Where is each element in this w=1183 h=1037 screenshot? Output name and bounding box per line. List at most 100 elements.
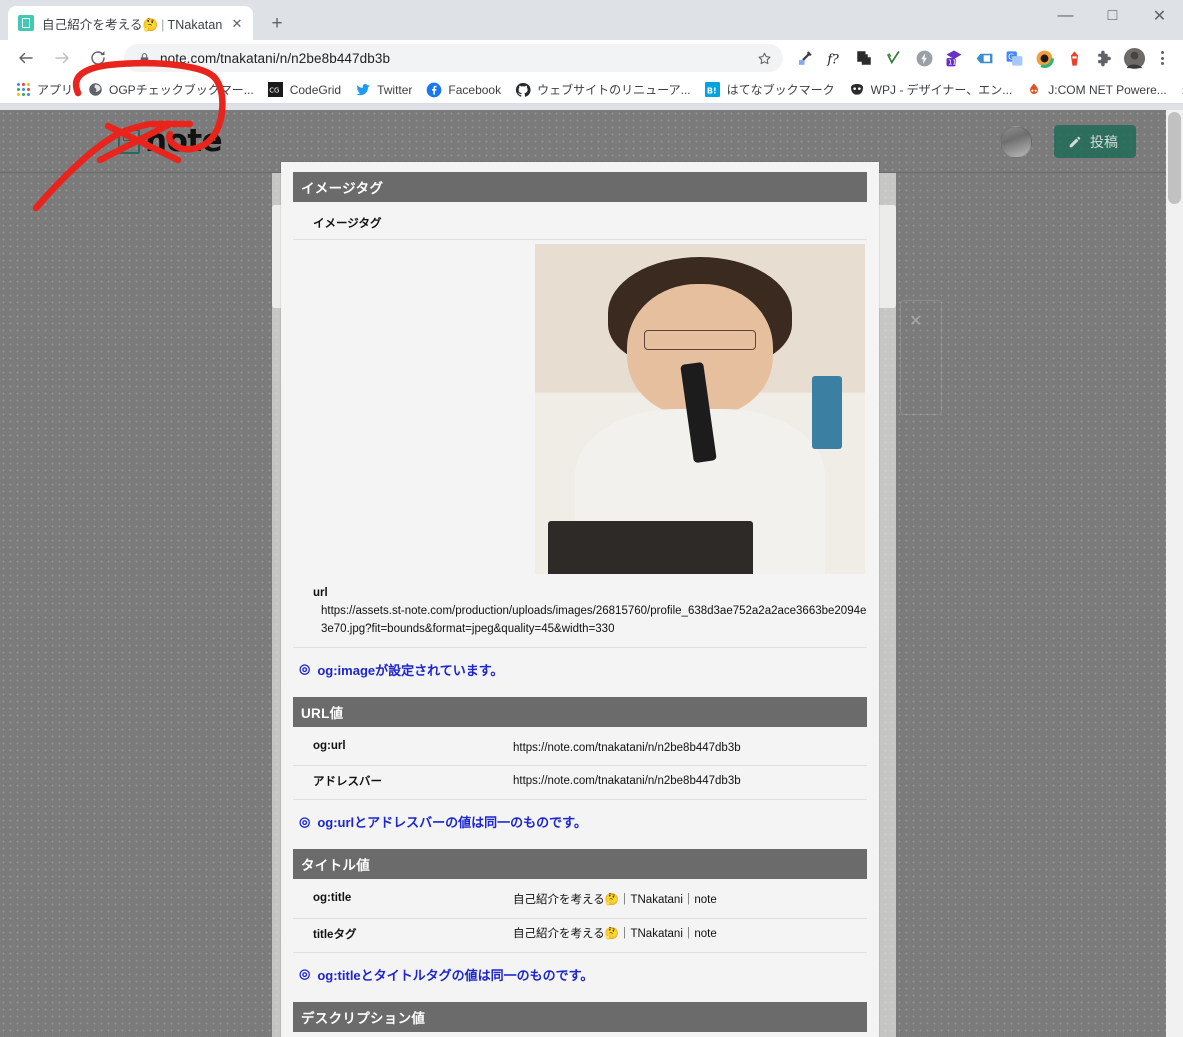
close-window-button[interactable]: ✕ [1136,0,1183,32]
chrome-browser-window: 自己紹介を考える🤔 | TNakatani ✕ + — □ ✕ note.com… [0,0,1183,1037]
avatar[interactable] [1000,125,1032,158]
bookmark-label: ウェブサイトのリニューア... [537,83,691,97]
twitter-icon [355,82,371,98]
status-check-icon: ◎ [299,966,311,982]
purple-badge-icon[interactable]: 11 [939,44,969,72]
minimize-window-button[interactable]: — [1042,0,1089,32]
svg-text:11: 11 [948,59,956,67]
section-heading: タイトル値 [293,849,867,880]
maximize-window-button[interactable]: □ [1089,0,1136,32]
close-icon[interactable]: ✕ [909,311,922,331]
extensions-puzzle-icon[interactable] [1089,44,1119,72]
reload-icon[interactable] [84,44,112,72]
bookmarks-overflow-icon[interactable]: » [1174,82,1183,98]
post-button-label: 投稿 [1090,133,1118,150]
address-bar[interactable]: note.com/tnakatani/n/n2be8b447db3b [124,44,783,72]
row-key: og:title [313,892,352,905]
note-logo[interactable]: note [118,123,223,159]
svg-text:f?: f? [826,51,839,66]
address-bar-url: note.com/tnakatani/n/n2be8b447db3b [160,50,391,66]
ogp-row: og:title 自己紹介を考える🤔｜TNakatani｜note [293,885,867,920]
bookmark-apps[interactable]: アプリ [8,79,80,101]
profile-avatar-icon[interactable] [1119,44,1149,72]
status-check-icon: ◎ [299,661,311,677]
forward-icon[interactable] [48,44,76,72]
tab-strip: 自己紹介を考える🤔 | TNakatani ✕ + — □ ✕ [0,0,1183,40]
bookmark-label: OGPチェックブックマー... [109,83,254,97]
lightning-icon[interactable] [909,44,939,72]
bookmark-facebook[interactable]: Facebook [419,79,508,101]
google-translate-icon[interactable]: G [999,44,1029,72]
extension-icons: f? 11 G [789,44,1149,72]
bookmark-ogp-checker[interactable]: OGPチェックブックマー... [80,79,261,101]
ogp-row: アドレスバー https://note.com/tnakatani/n/n2be… [293,766,867,801]
row-value: https://note.com/tnakatani/n/n2be8b447db… [513,741,741,754]
ogp-status-url: ◎ og:urlとアドレスバーの値は同一のものです。 [293,802,867,845]
page-viewport: note 投稿 自己紹介を考え [0,110,1183,1037]
codegrid-icon: CG [268,82,284,98]
bookmark-website-renewal[interactable]: ウェブサイトのリニューア... [508,79,698,101]
page-scrollbar[interactable] [1166,110,1183,1037]
ogp-row: url https://assets.st-note.com/productio… [293,580,867,648]
bookmark-wpj[interactable]: WPJ - デザイナー、エン... [842,79,1020,101]
screenshot-root: 自己紹介を考える🤔 | TNakatani ✕ + — □ ✕ note.com… [0,0,1183,1037]
row-value: 自己紹介を考える🤔｜TNakatani｜note [513,894,717,907]
chrome-menu-icon[interactable] [1149,44,1175,72]
row-key: アドレスバー [313,776,382,789]
bookmark-label: WPJ - デザイナー、エン... [870,83,1013,97]
browser-tab-active[interactable]: 自己紹介を考える🤔 | TNakatani ✕ [8,6,253,40]
window-controls: — □ ✕ [1042,0,1183,32]
row-value: https://note.com/tnakatani/n/n2be8b447db… [513,775,741,788]
ogp-section-description: デスクリプション値 og:description はじめまして。中谷と申します。… [293,1001,867,1037]
side-dismiss-card[interactable]: ✕ [900,300,942,415]
lock-icon [138,52,151,65]
copy-page-icon[interactable] [849,44,879,72]
ogp-row: og:url https://note.com/tnakatani/n/n2be… [293,733,867,767]
bookmark-label: Facebook [448,82,502,97]
tab-title: 自己紹介を考える🤔 | TNakatani [42,17,223,32]
ogp-section-image: イメージタグ イメージタグ url https://assets.st-note… [293,172,867,693]
row-key: url [313,587,328,599]
notification-bell-icon[interactable] [958,132,978,152]
bookmark-label: アプリ [37,83,74,97]
row-value: https://assets.st-note.com/production/up… [321,605,867,635]
bookmark-codegrid[interactable]: CG CodeGrid [261,79,348,101]
globe-icon [87,82,103,98]
ogp-section-url: URL値 og:url https://note.com/tnakatani/n… [293,696,867,846]
page-scrollbar-thumb[interactable] [1168,112,1181,204]
section-heading: イメージタグ [293,172,867,202]
back-icon[interactable] [12,44,40,72]
ogp-checker-overlay: イメージタグ イメージタグ url https://assets.st-note… [281,162,879,1037]
bookmark-jcom[interactable]: J:COM NET Powere... [1019,79,1173,101]
bookmark-twitter[interactable]: Twitter [348,79,419,101]
bookmark-label: はてなブックマーク [726,83,835,97]
hatena-icon: B! [705,82,721,98]
eyedropper-icon[interactable] [789,44,819,72]
new-tab-button[interactable]: + [263,9,291,37]
tab-emoji: 🤔 [142,17,159,32]
checkmark-icon[interactable] [879,44,909,72]
note-logo-mark [118,128,140,154]
close-tab-icon[interactable]: ✕ [229,15,245,31]
bookmark-label: J:COM NET Powere... [1048,82,1167,97]
og-image-thumbnail [535,244,865,574]
search-icon[interactable] [916,132,936,152]
section-heading: URL値 [293,696,867,727]
bookmark-star-icon[interactable] [751,45,777,71]
ogp-row: titleタグ 自己紹介を考える🤔｜TNakatani｜note [293,919,867,953]
circle-target-icon[interactable] [1029,44,1059,72]
row-key: og:url [313,739,346,752]
blue-tag-icon[interactable] [969,44,999,72]
section-heading: デスクリプション値 [293,1001,867,1032]
bookmark-hatena[interactable]: B! はてなブックマーク [698,79,842,101]
status-text: og:imageが設定されています。 [317,662,504,678]
facebook-icon [426,82,442,98]
lighthouse-icon[interactable] [1059,44,1089,72]
font-inspect-icon[interactable]: f? [819,44,849,72]
post-button[interactable]: 投稿 [1054,125,1136,158]
status-check-icon: ◎ [299,813,311,829]
row-key: イメージタグ [313,218,382,230]
og-image-preview [293,240,867,580]
ogp-status-image: ◎ og:imageが設定されています。 [293,650,867,693]
status-text: og:titleとタイトルタグの値は同一のものです。 [317,967,594,983]
